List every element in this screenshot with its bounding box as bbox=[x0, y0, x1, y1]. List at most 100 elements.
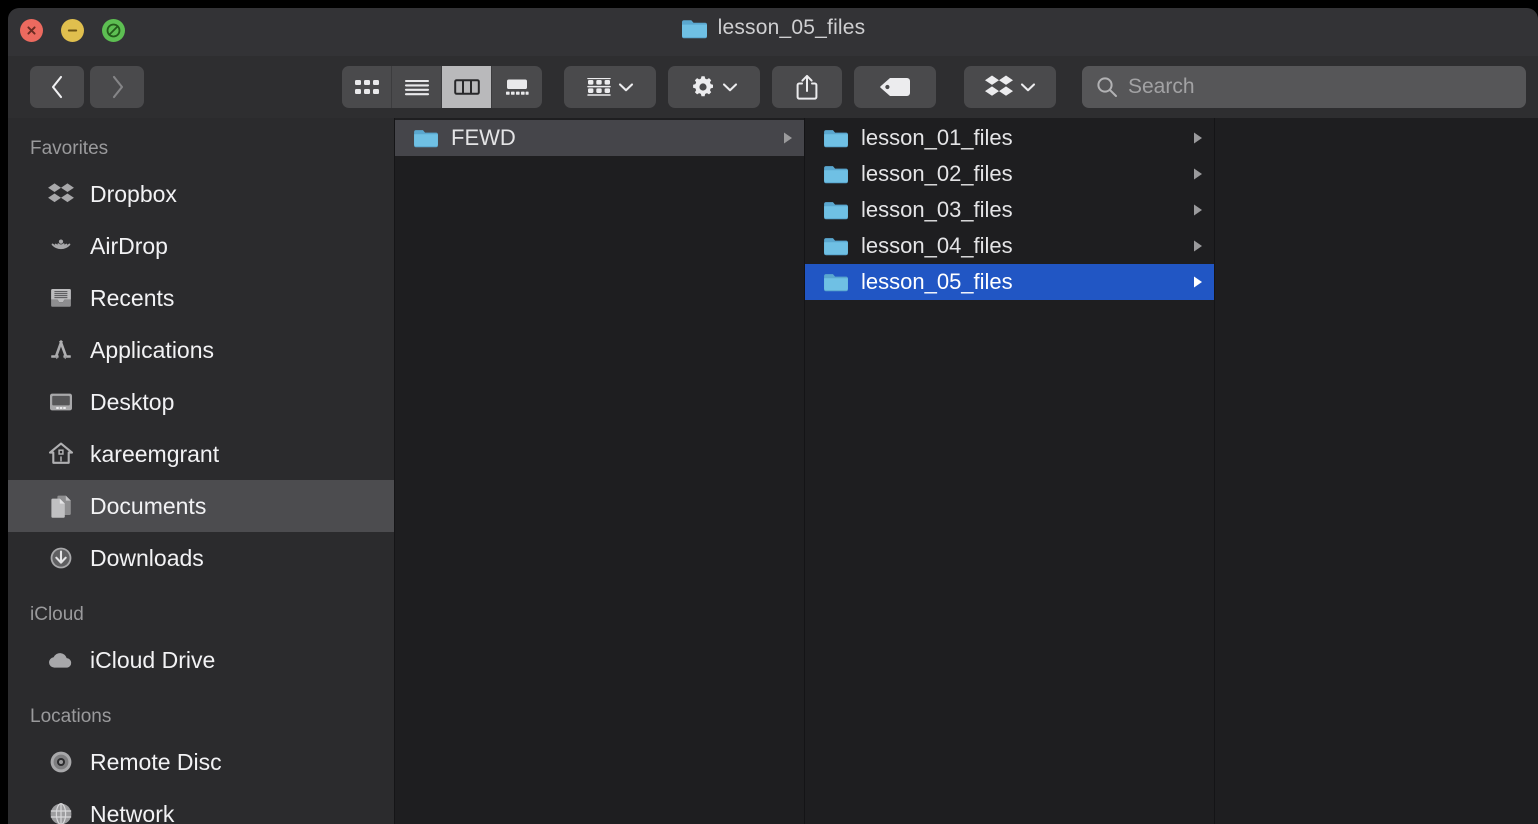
disc-icon bbox=[46, 747, 76, 777]
column-row-label: lesson_02_files bbox=[861, 161, 1013, 186]
chevron-down-icon bbox=[1020, 82, 1036, 91]
column-row-label: FEWD bbox=[451, 125, 516, 150]
folder-icon bbox=[681, 19, 707, 38]
folder-icon bbox=[824, 202, 848, 220]
folder-icon bbox=[824, 274, 848, 292]
airdrop-icon bbox=[46, 231, 76, 261]
folder-icon bbox=[824, 130, 848, 148]
disclosure-triangle-icon bbox=[784, 132, 792, 144]
chevron-left-icon bbox=[51, 75, 62, 99]
column-view-button[interactable] bbox=[442, 66, 492, 108]
column-browser: FEWD lesson_01_files lesson_02_files les… bbox=[395, 118, 1538, 824]
page-title: lesson_05_files bbox=[717, 16, 866, 39]
sidebar-item-home[interactable]: kareemgrant bbox=[8, 428, 394, 480]
search-icon bbox=[1097, 77, 1117, 97]
network-icon bbox=[46, 799, 76, 824]
chevron-right-icon bbox=[112, 75, 123, 99]
documents-icon bbox=[46, 491, 76, 521]
sidebar-item-label: Remote Disc bbox=[90, 748, 222, 775]
navigation-buttons bbox=[30, 66, 144, 108]
sidebar-item-icloud-drive[interactable]: iCloud Drive bbox=[8, 634, 394, 686]
icon-view-icon bbox=[354, 80, 379, 94]
sidebar: Favorites Dropbox AirDrop Recents Applic… bbox=[8, 118, 395, 824]
column-row-lesson-01[interactable]: lesson_01_files bbox=[805, 120, 1214, 156]
sidebar-item-label: Applications bbox=[90, 336, 215, 363]
dropbox-button[interactable] bbox=[964, 66, 1056, 108]
gallery-view-icon bbox=[506, 79, 529, 95]
gear-icon bbox=[693, 76, 713, 97]
sidebar-item-label: Downloads bbox=[90, 544, 204, 571]
column-row-lesson-05[interactable]: lesson_05_files bbox=[805, 264, 1214, 300]
sidebar-item-recents[interactable]: Recents bbox=[8, 272, 394, 324]
view-mode-segmented-control[interactable] bbox=[342, 66, 542, 108]
search-placeholder: Search bbox=[1128, 75, 1195, 98]
arrange-icon bbox=[587, 78, 611, 96]
list-view-icon bbox=[404, 79, 429, 96]
sidebar-item-documents[interactable]: Documents bbox=[8, 480, 394, 532]
home-icon bbox=[46, 439, 76, 469]
column-row-fewd[interactable]: FEWD bbox=[395, 120, 804, 156]
desktop-icon bbox=[46, 387, 76, 417]
column-row-lesson-04[interactable]: lesson_04_files bbox=[805, 228, 1214, 264]
sidebar-item-label: Documents bbox=[90, 492, 207, 519]
dropbox-icon bbox=[985, 75, 1013, 96]
column-row-lesson-02[interactable]: lesson_02_files bbox=[805, 156, 1214, 192]
sidebar-heading-favorites: Favorites bbox=[30, 138, 109, 159]
back-button[interactable] bbox=[30, 66, 84, 108]
disclosure-triangle-icon bbox=[1194, 168, 1202, 180]
sidebar-item-airdrop[interactable]: AirDrop bbox=[8, 220, 394, 272]
column-2[interactable]: lesson_01_files lesson_02_files lesson_0… bbox=[805, 118, 1215, 824]
disclosure-triangle-icon bbox=[1194, 132, 1202, 144]
column-row-label: lesson_05_files bbox=[861, 269, 1013, 294]
column-view-icon bbox=[453, 79, 480, 95]
disclosure-triangle-icon bbox=[1194, 240, 1202, 252]
column-row-label: lesson_03_files bbox=[861, 197, 1013, 222]
icon-view-button[interactable] bbox=[342, 66, 392, 108]
sidebar-heading-locations: Locations bbox=[30, 706, 112, 727]
list-view-button[interactable] bbox=[392, 66, 442, 108]
share-icon bbox=[796, 74, 818, 100]
sidebar-item-label: Network bbox=[90, 800, 175, 824]
toolbar: Search bbox=[8, 56, 1538, 118]
search-field[interactable]: Search bbox=[1082, 66, 1526, 108]
recents-icon bbox=[46, 283, 76, 313]
column-row-lesson-03[interactable]: lesson_03_files bbox=[805, 192, 1214, 228]
gallery-view-button[interactable] bbox=[492, 66, 542, 108]
column-row-label: lesson_04_files bbox=[861, 233, 1013, 258]
disclosure-triangle-icon bbox=[1194, 204, 1202, 216]
share-button[interactable] bbox=[772, 66, 842, 108]
column-3[interactable] bbox=[1215, 118, 1538, 824]
sidebar-item-label: AirDrop bbox=[90, 232, 168, 259]
arrange-button[interactable] bbox=[564, 66, 656, 108]
sidebar-item-remote-disc[interactable]: Remote Disc bbox=[8, 736, 394, 788]
sidebar-item-label: iCloud Drive bbox=[90, 646, 216, 673]
chevron-down-icon bbox=[618, 82, 634, 91]
sidebar-item-network[interactable]: Network bbox=[8, 788, 394, 824]
sidebar-item-label: Recents bbox=[90, 284, 175, 311]
title-bar: lesson_05_files bbox=[8, 8, 1538, 56]
applications-icon bbox=[46, 335, 76, 365]
sidebar-item-dropbox[interactable]: Dropbox bbox=[8, 168, 394, 220]
downloads-icon bbox=[46, 543, 76, 573]
folder-icon bbox=[414, 130, 438, 148]
column-1[interactable]: FEWD bbox=[395, 118, 805, 824]
sidebar-item-downloads[interactable]: Downloads bbox=[8, 532, 394, 584]
chevron-down-icon bbox=[722, 82, 738, 91]
disclosure-triangle-icon bbox=[1194, 276, 1202, 288]
column-row-label: lesson_01_files bbox=[861, 125, 1013, 150]
sidebar-item-applications[interactable]: Applications bbox=[8, 324, 394, 376]
dropbox-icon bbox=[46, 179, 76, 209]
sidebar-item-desktop[interactable]: Desktop bbox=[8, 376, 394, 428]
action-menu-button[interactable] bbox=[668, 66, 760, 108]
window-title-group: lesson_05_files bbox=[8, 16, 1538, 40]
forward-button[interactable] bbox=[90, 66, 144, 108]
folder-icon bbox=[824, 166, 848, 184]
sidebar-heading-icloud: iCloud bbox=[30, 604, 84, 625]
sidebar-item-label: kareemgrant bbox=[90, 440, 220, 467]
folder-icon bbox=[824, 238, 848, 256]
tag-button[interactable] bbox=[854, 66, 936, 108]
sidebar-item-label: Desktop bbox=[90, 388, 175, 415]
finder-window: lesson_05_files Search Favorites Dropbox… bbox=[8, 8, 1538, 824]
sidebar-item-label: Dropbox bbox=[90, 180, 177, 207]
cloud-icon bbox=[46, 645, 76, 675]
